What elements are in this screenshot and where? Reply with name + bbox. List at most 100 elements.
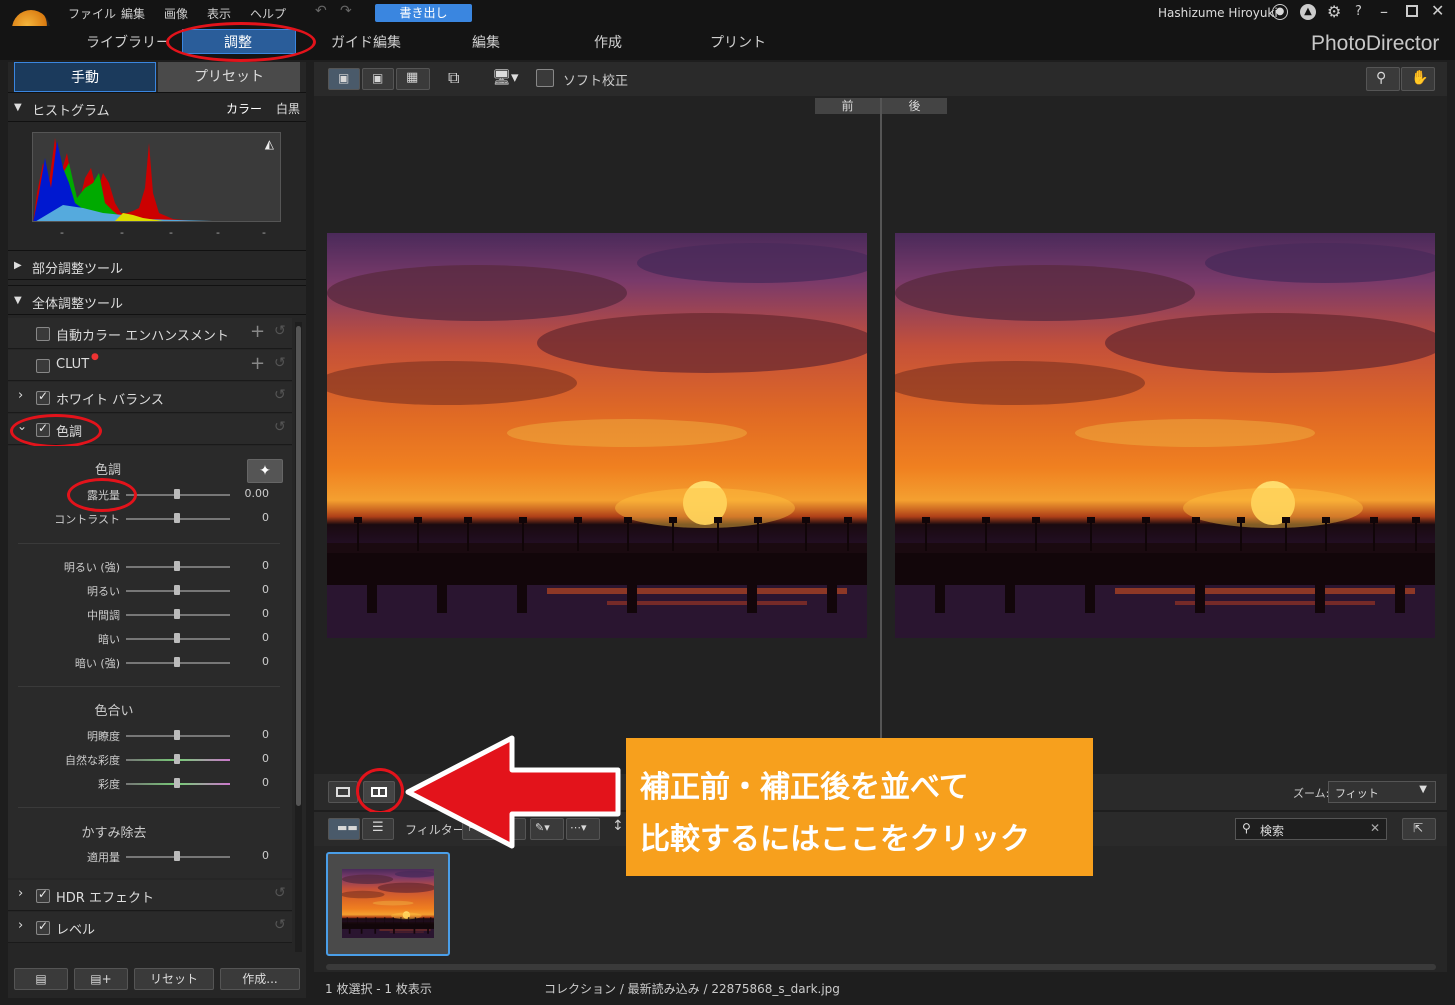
slider-knob[interactable] xyxy=(174,851,180,861)
after-photo[interactable] xyxy=(895,233,1435,638)
hdr-label: HDR エフェクト xyxy=(56,891,154,906)
slider-knob[interactable] xyxy=(174,730,180,740)
histogram-header[interactable]: ▼ ヒストグラム カラー 白黒 xyxy=(8,92,306,122)
filmstrip-view-button[interactable]: ▬▬ xyxy=(328,818,360,840)
histogram-color-toggle[interactable]: カラー xyxy=(226,100,262,117)
slider-knob[interactable] xyxy=(174,778,180,788)
histogram-clip-warning-icon[interactable]: ◭ xyxy=(265,137,274,151)
histogram-bw-toggle[interactable]: 白黒 xyxy=(276,100,300,117)
local-tools-title: 部分調整ツール xyxy=(32,262,124,277)
slider-knob[interactable] xyxy=(174,561,180,571)
auto-tone-wand-button[interactable]: ✦ xyxy=(247,459,283,483)
reset-icon[interactable]: ↺ xyxy=(274,355,286,371)
list-icon: ☰ xyxy=(372,820,384,835)
account-icon[interactable]: ● xyxy=(1272,4,1288,20)
menu-edit[interactable]: 編集 xyxy=(121,5,145,22)
reset-icon[interactable]: ↺ xyxy=(274,387,286,403)
tool-auto-color[interactable]: 自動カラー エンハンスメント + ↺ xyxy=(8,318,292,349)
slider-knob[interactable] xyxy=(174,585,180,595)
scrollbar-thumb[interactable] xyxy=(296,326,301,806)
slider-value: 0.00 xyxy=(244,487,270,500)
menu-view[interactable]: 表示 xyxy=(207,5,231,22)
undo-icon[interactable]: ↶ xyxy=(315,3,327,19)
clear-search-icon[interactable]: ✕ xyxy=(1370,821,1380,835)
slider-knob[interactable] xyxy=(174,754,180,764)
compare-divider[interactable] xyxy=(880,98,882,774)
chevron-right-icon[interactable]: › xyxy=(18,918,23,933)
zoom-label: ズーム: xyxy=(1293,787,1330,800)
slider-knob[interactable] xyxy=(174,489,180,499)
zoom-tool-button[interactable]: ⚲ xyxy=(1366,67,1400,91)
slider-knob[interactable] xyxy=(174,633,180,643)
search-box[interactable]: ⚲ 検索 ✕ xyxy=(1235,818,1387,840)
tool-levels[interactable]: › レベル ↺ xyxy=(8,912,292,943)
pan-tool-button[interactable]: ✋ xyxy=(1401,67,1435,91)
paste-settings-button[interactable]: ▤+ xyxy=(74,968,128,990)
settings-gear-icon[interactable]: ⚙ xyxy=(1327,2,1341,21)
soft-proof-checkbox[interactable] xyxy=(536,69,554,87)
auto-color-checkbox[interactable] xyxy=(36,327,50,341)
local-tools-header[interactable]: ▶ 部分調整ツール xyxy=(8,250,306,280)
single-view-mode-button[interactable] xyxy=(328,781,358,803)
tool-clut[interactable]: CLUT ● + ↺ xyxy=(8,350,292,381)
chevron-right-icon[interactable]: › xyxy=(18,388,23,403)
menu-file[interactable]: ファイル xyxy=(68,5,116,22)
copy-settings-button[interactable]: ▤ xyxy=(14,968,68,990)
help-icon[interactable]: ? xyxy=(1355,4,1362,19)
reset-icon[interactable]: ↺ xyxy=(274,323,286,339)
reset-icon[interactable]: ↺ xyxy=(274,885,286,901)
tab-print[interactable]: プリント xyxy=(710,32,766,52)
add-icon[interactable]: + xyxy=(250,353,265,374)
grid-view-button[interactable]: ▦ xyxy=(396,68,430,90)
monitor-icon[interactable]: 🖥▾ xyxy=(492,68,519,86)
add-icon[interactable]: + xyxy=(250,321,265,342)
reset-button[interactable]: リセット xyxy=(134,968,214,990)
slider-knob[interactable] xyxy=(174,513,180,523)
create-preset-button[interactable]: 作成... xyxy=(220,968,300,990)
notification-icon[interactable]: ▲ xyxy=(1300,4,1316,20)
clut-checkbox[interactable] xyxy=(36,359,50,373)
reset-icon[interactable]: ↺ xyxy=(274,917,286,933)
chevron-right-icon[interactable]: › xyxy=(18,886,23,901)
export-button[interactable]: 書き出し xyxy=(375,4,472,22)
secondary-display-icon[interactable]: ⧉ xyxy=(448,68,459,88)
tab-guided-edit[interactable]: ガイド編集 xyxy=(331,32,401,52)
maximize-icon[interactable] xyxy=(1406,5,1418,17)
vertical-scrollbar[interactable] xyxy=(295,322,302,952)
subtab-manual[interactable]: 手動 xyxy=(14,62,156,92)
slider-value: 0 xyxy=(262,511,269,524)
redo-icon[interactable]: ↷ xyxy=(340,3,352,19)
histogram-stat: - xyxy=(262,226,266,239)
slider-value: 0 xyxy=(262,728,269,741)
external-view-button[interactable]: ⇱ xyxy=(1402,818,1436,840)
close-icon[interactable]: ✕ xyxy=(1431,1,1444,20)
filmstrip-thumbnail[interactable] xyxy=(326,852,450,956)
subtab-preset[interactable]: プリセット xyxy=(158,62,300,92)
histogram-graph xyxy=(33,138,213,221)
histogram-stat: - xyxy=(120,226,124,239)
before-photo[interactable] xyxy=(327,233,867,638)
slider-knob[interactable] xyxy=(174,657,180,667)
auto-color-label: 自動カラー エンハンスメント xyxy=(56,329,229,344)
reset-icon[interactable]: ↺ xyxy=(274,419,286,435)
zoom-select[interactable]: フィット ▼ xyxy=(1328,781,1436,803)
slider-knob[interactable] xyxy=(174,609,180,619)
levels-checkbox[interactable] xyxy=(36,919,50,935)
global-tools-header[interactable]: ▼ 全体調整ツール xyxy=(8,285,306,315)
tab-library[interactable]: ライブラリー xyxy=(86,32,170,52)
white-balance-checkbox[interactable] xyxy=(36,389,50,405)
minimize-icon[interactable]: – xyxy=(1380,2,1388,21)
hdr-checkbox[interactable] xyxy=(36,887,50,903)
tool-white-balance[interactable]: › ホワイト バランス ↺ xyxy=(8,382,292,413)
search-input[interactable]: 検索 xyxy=(1260,822,1284,839)
menu-image[interactable]: 画像 xyxy=(164,5,188,22)
zoom-value: フィット xyxy=(1335,787,1379,800)
tool-hdr[interactable]: › HDR エフェクト ↺ xyxy=(8,880,292,911)
tab-create[interactable]: 作成 xyxy=(594,32,622,52)
single-view-button[interactable]: ▣ xyxy=(328,68,360,90)
filmstrip-scrollbar[interactable] xyxy=(326,964,1436,970)
menu-help[interactable]: ヘルプ xyxy=(250,5,286,22)
tab-edit[interactable]: 編集 xyxy=(472,32,500,52)
list-view-button[interactable]: ☰ xyxy=(362,818,394,840)
fit-view-button[interactable]: ▣ xyxy=(362,68,394,90)
